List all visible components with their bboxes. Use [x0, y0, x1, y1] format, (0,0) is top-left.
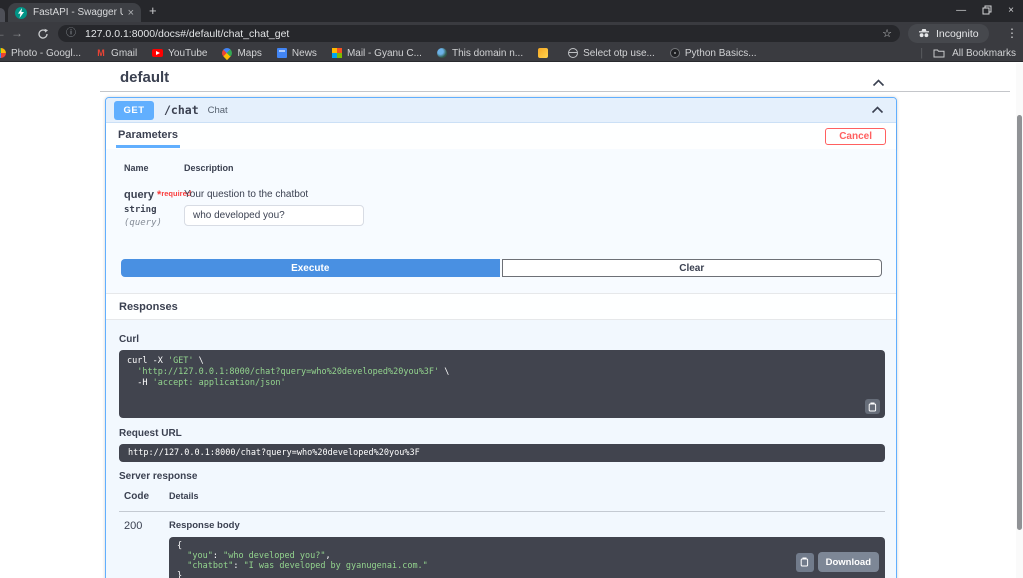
site-icon [538, 48, 548, 58]
browser-window: FastAPI - Swagger UI × + — × ← → ⓘ 127.0… [0, 0, 1023, 578]
opblock-summary[interactable]: GET /chat Chat [106, 98, 896, 123]
tab-title: FastAPI - Swagger UI [33, 7, 123, 18]
collapse-section-icon[interactable] [872, 74, 885, 92]
all-bookmarks-button[interactable]: All Bookmarks [952, 48, 1016, 59]
collapse-operation-icon[interactable] [871, 101, 884, 119]
column-header-name: Name [124, 163, 184, 173]
news-icon [277, 48, 287, 58]
tag-section-header[interactable]: default [100, 63, 1010, 92]
response-body: { "you": "who developed you?", "chatbot"… [169, 537, 885, 578]
tag-title: default [120, 69, 169, 86]
bookmark-item[interactable]: News [277, 48, 317, 59]
responses-body: Curl curl -X 'GET' \ 'http://127.0.0.1:8… [106, 320, 896, 578]
window-minimize-button[interactable]: — [956, 6, 966, 16]
background-tab-fragment[interactable] [0, 8, 5, 22]
response-body-label: Response body [169, 520, 885, 531]
param-type: string [124, 205, 184, 215]
url-text[interactable]: 127.0.0.1:8000/docs#/default/chat_chat_g… [85, 28, 882, 40]
method-badge: GET [114, 101, 154, 120]
copy-response-button[interactable] [796, 553, 814, 572]
mail-icon [332, 48, 342, 58]
query-input[interactable] [184, 205, 364, 226]
fastapi-favicon-icon [15, 7, 27, 19]
param-description: Your question to the chatbot [184, 189, 364, 200]
clear-button[interactable]: Clear [502, 259, 883, 277]
request-url-label: Request URL [119, 428, 885, 439]
column-header-description: Description [184, 163, 234, 173]
endpoint-summary: Chat [208, 105, 228, 116]
responses-title: Responses [119, 301, 178, 313]
address-bar[interactable]: ⓘ 127.0.0.1:8000/docs#/default/chat_chat… [58, 25, 900, 42]
tab-bar: FastAPI - Swagger UI × + — × [0, 0, 1023, 22]
copy-curl-button[interactable] [865, 399, 880, 414]
incognito-badge: Incognito [908, 24, 989, 43]
site-info-icon[interactable]: ⓘ [66, 29, 76, 39]
parameters-tab[interactable]: Parameters [116, 124, 180, 148]
parameter-row: query *required string (query) Your ques… [119, 179, 883, 228]
get-chat-opblock: GET /chat Chat Parameters Cancel Name De… [105, 97, 897, 578]
response-row: 200 Response body { "you": "who develope… [119, 512, 885, 578]
youtube-icon [152, 49, 163, 57]
incognito-icon [918, 29, 930, 38]
gmail-icon: M [96, 48, 106, 58]
parameters-table: Name Description query *required string … [106, 149, 896, 228]
param-name: query [124, 189, 154, 201]
incognito-label: Incognito [936, 28, 979, 40]
scrollbar-thumb[interactable] [1017, 115, 1022, 530]
bookmark-item[interactable]: Photo - Googl... [0, 48, 81, 59]
bookmark-item[interactable]: MGmail [96, 48, 137, 59]
bookmarks-bar: Photo - Googl... MGmail YouTube Maps New… [0, 45, 1023, 62]
server-response-label: Server response [119, 471, 885, 482]
swagger-page: default GET /chat Chat Parameters Cancel [0, 63, 1016, 578]
bookmarks-separator: | [920, 47, 923, 59]
parameters-section-header: Parameters Cancel [106, 123, 896, 149]
bookmark-star-icon[interactable]: ☆ [882, 27, 892, 40]
reload-button[interactable] [37, 27, 49, 45]
server-response-table-head: Code Details [119, 491, 885, 512]
bookmark-item[interactable]: Select otp use... [568, 48, 655, 59]
request-url-value: http://127.0.0.1:8000/chat?query=who%20d… [119, 444, 885, 462]
folder-icon [933, 48, 945, 58]
endpoint-path: /chat [164, 103, 199, 117]
execute-button[interactable]: Execute [121, 259, 500, 277]
column-header-code: Code [124, 491, 169, 502]
responses-section-header: Responses [106, 293, 896, 320]
bookmark-item[interactable]: Python Basics... [670, 48, 757, 59]
tab-close-icon[interactable]: × [128, 7, 134, 19]
download-button[interactable]: Download [818, 552, 879, 572]
google-maps-icon [220, 46, 234, 60]
curl-command: curl -X 'GET' \ 'http://127.0.0.1:8000/c… [119, 350, 885, 418]
bookmark-item[interactable]: YouTube [152, 48, 207, 59]
vertical-scrollbar[interactable] [1016, 63, 1023, 578]
bookmark-item[interactable]: Mail - Gyanu C... [332, 48, 422, 59]
bookmark-item[interactable]: Maps [222, 48, 261, 59]
globe-icon [568, 48, 578, 58]
globe-icon [437, 48, 447, 58]
window-close-button[interactable]: × [1008, 6, 1014, 16]
back-button[interactable]: ← [0, 26, 6, 40]
execute-wrapper: Execute Clear [106, 228, 896, 293]
window-restore-button[interactable] [982, 5, 992, 18]
column-header-details: Details [169, 491, 199, 502]
status-code: 200 [124, 520, 169, 578]
new-tab-button[interactable]: + [149, 3, 157, 18]
param-location: (query) [124, 218, 184, 228]
curl-label: Curl [119, 334, 885, 345]
bookmark-item[interactable] [538, 48, 553, 58]
forward-button[interactable]: → [11, 26, 23, 40]
bookmark-item[interactable]: This domain n... [437, 48, 523, 59]
google-photos-icon [0, 48, 6, 58]
site-icon [670, 48, 680, 58]
browser-menu-icon[interactable]: ⋮ [1006, 26, 1018, 40]
navigation-bar: ← → ⓘ 127.0.0.1:8000/docs#/default/chat_… [0, 22, 1023, 45]
cancel-button[interactable]: Cancel [825, 128, 886, 145]
browser-tab[interactable]: FastAPI - Swagger UI × [8, 3, 141, 22]
